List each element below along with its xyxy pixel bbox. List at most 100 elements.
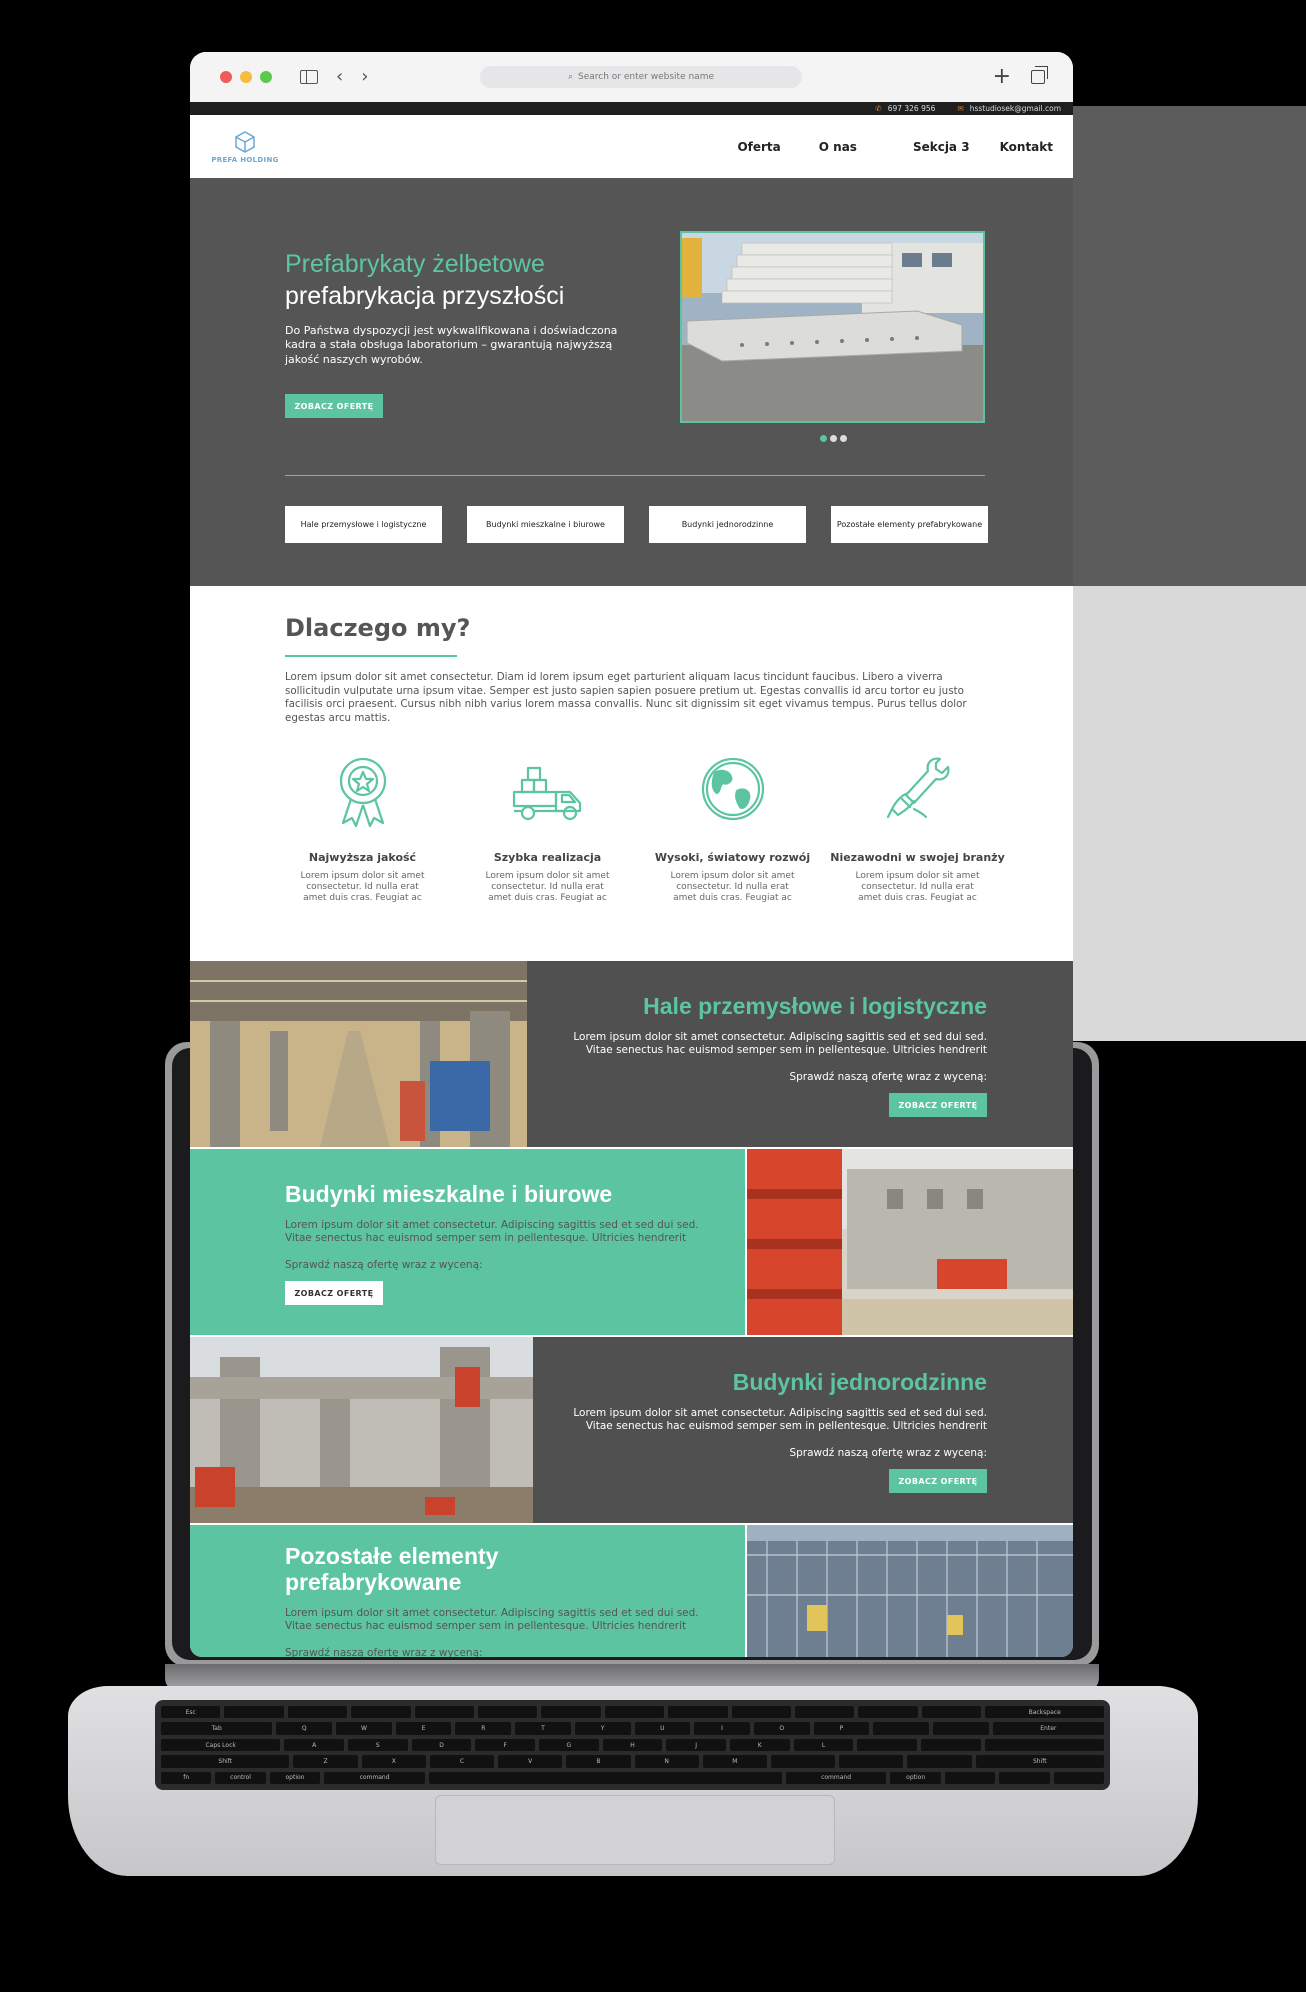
key-option: option bbox=[269, 1771, 321, 1785]
key: T bbox=[515, 1722, 571, 1735]
carousel-dot[interactable] bbox=[830, 435, 837, 442]
category-button-hale[interactable]: Hale przemysłowe i logistyczne bbox=[285, 506, 442, 543]
key: H bbox=[602, 1738, 663, 1752]
wrench-hand-icon bbox=[886, 757, 949, 819]
offer-section-jednorodzinne: Budynki jednorodzinne Lorem ipsum dolor … bbox=[190, 1335, 1073, 1523]
nav-item-kontakt[interactable]: Kontakt bbox=[1000, 140, 1053, 154]
cube-logo-icon bbox=[235, 130, 255, 153]
key: G bbox=[539, 1738, 599, 1752]
why-us-section: Dlaczego my? Lorem ipsum dolor sit amet … bbox=[190, 586, 1073, 959]
key-space bbox=[428, 1771, 782, 1785]
phone-number: 697 326 956 bbox=[887, 104, 936, 113]
offer-text: Lorem ipsum dolor sit amet consectetur. … bbox=[285, 1607, 699, 1633]
hero-section: Prefabrykaty żelbetowe prefabrykacja prz… bbox=[190, 178, 1073, 586]
close-window-button[interactable] bbox=[220, 71, 232, 83]
background-panel-dark bbox=[1073, 106, 1306, 586]
feature-item: Najwyższa jakość Lorem ipsum dolor sit a… bbox=[270, 751, 455, 904]
offer-title: Budynki mieszkalne i biurowe bbox=[285, 1181, 613, 1207]
offer-cta: Sprawdź naszą ofertę wraz z wyceną: bbox=[285, 1259, 483, 1271]
section-title: Dlaczego my? bbox=[285, 614, 471, 642]
key: W bbox=[336, 1722, 392, 1735]
feature-title: Niezawodni w swojej branży bbox=[830, 851, 1005, 864]
key: M bbox=[702, 1755, 767, 1768]
key: Q bbox=[276, 1722, 333, 1735]
nav-item-sekcja-3[interactable]: Sekcja 3 bbox=[913, 140, 970, 154]
minimize-window-button[interactable] bbox=[240, 71, 252, 83]
features-list: Najwyższa jakość Lorem ipsum dolor sit a… bbox=[270, 751, 1010, 904]
key-fn: fn bbox=[161, 1771, 212, 1785]
key-option: option bbox=[890, 1771, 941, 1785]
email-contact[interactable]: ✉ hsstudiosek@gmail.com bbox=[957, 104, 1061, 113]
key-enter: Enter bbox=[992, 1722, 1104, 1735]
offer-section-mieszkalne: Budynki mieszkalne i biurowe Lorem ipsum… bbox=[190, 1147, 1073, 1335]
hero-photo-concrete-slabs bbox=[680, 231, 985, 423]
feature-item: Niezawodni w swojej branży Lorem ipsum d… bbox=[825, 751, 1010, 904]
nav-item-oferta[interactable]: Oferta bbox=[737, 140, 780, 154]
hero-category-buttons: Hale przemysłowe i logistyczne Budynki m… bbox=[285, 506, 988, 543]
search-icon: ⌕ bbox=[567, 72, 574, 82]
key-backspace: Backspace bbox=[985, 1706, 1105, 1719]
phone-icon: ✆ bbox=[875, 104, 882, 113]
section-description: Lorem ipsum dolor sit amet consectetur. … bbox=[285, 671, 967, 725]
keyboard: Esc Backspace Tab Q W E R T Y U I O P En… bbox=[155, 1700, 1110, 1790]
key: A bbox=[284, 1738, 344, 1752]
key-tab: Tab bbox=[161, 1722, 273, 1735]
offer-button[interactable]: ZOBACZ OFERTĘ bbox=[889, 1469, 987, 1493]
tab-overview-icon[interactable] bbox=[1031, 66, 1048, 84]
key: N bbox=[634, 1755, 699, 1768]
feature-text: Lorem ipsum dolor sit amet consectetur. … bbox=[485, 871, 610, 903]
hero-offer-button[interactable]: ZOBACZ OFERTĘ bbox=[285, 394, 383, 418]
key: U bbox=[634, 1722, 691, 1735]
key-shift-right: Shift bbox=[975, 1755, 1105, 1768]
offer-button[interactable]: ZOBACZ OFERTĘ bbox=[889, 1093, 987, 1117]
feature-title: Wysoki, światowy rozwój bbox=[654, 851, 811, 864]
category-button-mieszkalne[interactable]: Budynki mieszkalne i biurowe bbox=[467, 506, 624, 543]
key: K bbox=[730, 1738, 790, 1752]
key: V bbox=[498, 1755, 563, 1768]
forward-arrow-icon[interactable]: › bbox=[361, 68, 368, 86]
carousel-dots bbox=[820, 435, 847, 442]
carousel-dot[interactable] bbox=[820, 435, 827, 442]
sidebar-toggle-icon[interactable] bbox=[300, 70, 318, 84]
phone-contact[interactable]: ✆ 697 326 956 bbox=[875, 104, 935, 113]
logo[interactable]: PREFA HOLDING bbox=[210, 130, 280, 164]
category-button-pozostale[interactable]: Pozostałe elementy prefabrykowane bbox=[831, 506, 988, 543]
nav-item-o-nas[interactable]: O nas bbox=[819, 140, 857, 154]
globe-icon bbox=[701, 757, 764, 821]
back-arrow-icon[interactable]: ‹ bbox=[336, 68, 343, 86]
key: I bbox=[694, 1722, 750, 1735]
window-controls bbox=[220, 71, 272, 83]
award-ribbon-icon bbox=[339, 757, 386, 828]
key: C bbox=[429, 1755, 495, 1768]
offer-title: Hale przemysłowe i logistyczne bbox=[643, 993, 987, 1019]
category-button-jednorodzinne[interactable]: Budynki jednorodzinne bbox=[649, 506, 806, 543]
offer-section-hale: Hale przemysłowe i logistyczne Lorem ips… bbox=[190, 959, 1073, 1147]
offer-button[interactable]: ZOBACZ OFERTĘ bbox=[285, 1281, 383, 1305]
key: O bbox=[753, 1722, 810, 1735]
feature-title: Szybka realizacja bbox=[493, 851, 602, 864]
key: D bbox=[411, 1738, 472, 1752]
new-tab-plus-icon[interactable]: + bbox=[993, 66, 1011, 88]
title-underline bbox=[285, 655, 457, 657]
key-shift-left: Shift bbox=[161, 1755, 290, 1768]
maximize-window-button[interactable] bbox=[260, 71, 272, 83]
key: L bbox=[793, 1738, 854, 1752]
offer-title: Pozostałe elementy prefabrykowane bbox=[285, 1543, 499, 1596]
trackpad bbox=[435, 1795, 835, 1865]
offer-photo-concrete-columns bbox=[190, 1337, 533, 1523]
browser-toolbar: ‹ › ⌕ Search or enter website name + bbox=[190, 52, 1073, 102]
offer-cta: Sprawdź naszą ofertę wraz z wyceną: bbox=[789, 1447, 987, 1459]
address-bar[interactable]: ⌕ Search or enter website name bbox=[480, 66, 802, 88]
mail-icon: ✉ bbox=[957, 104, 964, 113]
key: Y bbox=[574, 1722, 631, 1735]
feature-title: Najwyższa jakość bbox=[308, 851, 417, 864]
hero-title-accent: Prefabrykaty żelbetowe bbox=[285, 250, 545, 278]
offer-photo-red-formwork bbox=[745, 1149, 1073, 1335]
key: P bbox=[813, 1722, 870, 1735]
hero-divider bbox=[285, 475, 985, 476]
key-esc: Esc bbox=[161, 1706, 221, 1719]
key: E bbox=[395, 1722, 452, 1735]
carousel-dot[interactable] bbox=[840, 435, 847, 442]
offer-title: Budynki jednorodzinne bbox=[732, 1369, 987, 1395]
key-control: control bbox=[215, 1771, 266, 1785]
